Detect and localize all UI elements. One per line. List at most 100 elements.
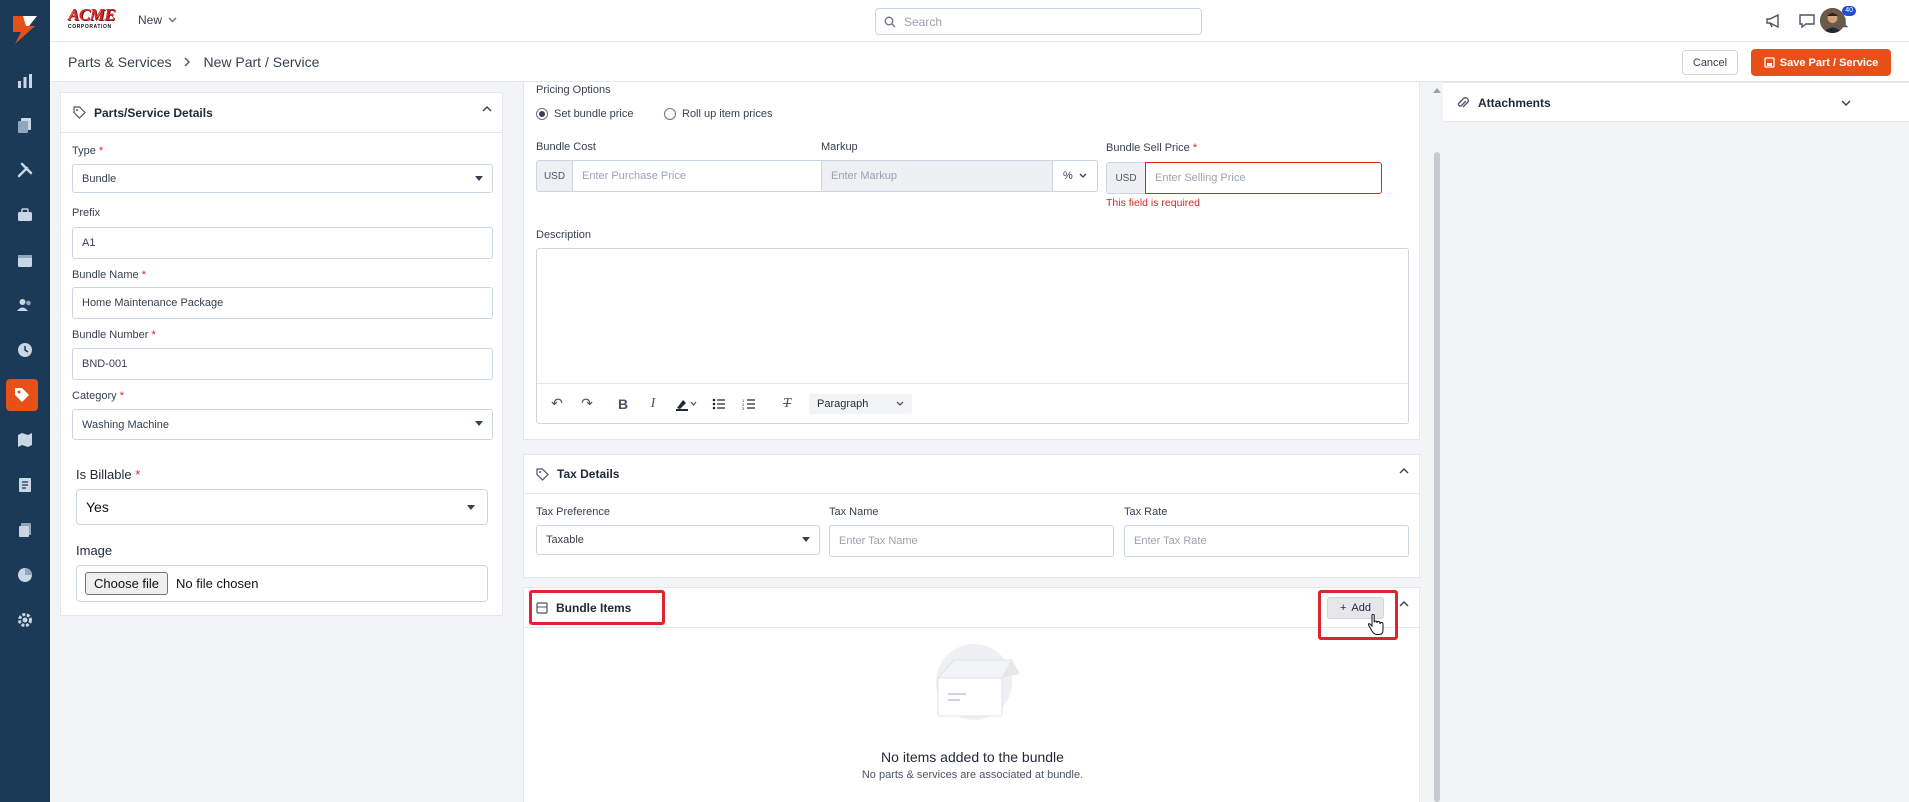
clear-format-icon[interactable]: T [779,396,795,412]
type-select[interactable]: Bundle [72,164,493,193]
is-billable-select[interactable]: Yes [76,489,488,525]
tax-details-header[interactable]: Tax Details [524,455,1419,494]
undo-icon[interactable]: ↶ [549,395,565,412]
pie-chart-icon [18,568,32,582]
tax-rate-label: Tax Rate [1124,506,1168,518]
attachments-header: Attachments [1457,96,1551,110]
bundle-number-value: BND-001 [82,358,128,370]
chevron-right-icon [184,57,191,67]
category-select[interactable]: Washing Machine [72,409,493,440]
redo-icon[interactable]: ↷ [579,395,595,412]
search-input[interactable] [904,14,1184,29]
new-menu-button[interactable]: New [138,13,177,27]
image-file-input[interactable]: Choose file No file chosen [76,565,488,602]
attachments-card[interactable]: Attachments [1443,82,1909,122]
sidebar-item-jobs[interactable] [0,198,50,232]
bullet-list-icon[interactable] [711,398,727,410]
sidebar [0,0,50,802]
chevron-down-icon [168,17,177,23]
tag-icon [15,388,29,402]
radio-set-bundle-price[interactable]: Set bundle price [536,108,634,120]
paperclip-icon [1457,97,1469,108]
sidebar-item-analytics[interactable] [0,558,50,592]
bundle-number-label: Bundle Number * [72,329,156,341]
sidebar-item-settings[interactable] [0,603,50,637]
tax-rate-input[interactable]: Enter Tax Rate [1124,525,1409,557]
bundle-cost-placeholder: Enter Purchase Price [582,170,686,182]
sidebar-item-dashboard[interactable] [0,64,50,98]
is-billable-label: Is Billable * [76,467,141,482]
announcements-button[interactable] [1763,10,1785,32]
brand-logo[interactable]: ACME CORPORATION [68,6,122,32]
highlight-add-button [1318,590,1398,640]
markup-unit-select[interactable]: % [1052,160,1098,192]
chevron-up-icon[interactable] [1399,467,1409,474]
sidebar-item-invoices[interactable] [0,468,50,502]
details-card-header[interactable]: Parts/Service Details [61,93,502,133]
bundle-name-value: Home Maintenance Package [82,297,224,309]
italic-icon[interactable]: I [645,396,661,412]
caret-down-icon [475,176,483,181]
sidebar-item-calendar[interactable] [0,243,50,277]
highlight-icon[interactable] [675,397,697,411]
radio-selected-icon [536,108,548,120]
user-avatar[interactable] [1820,8,1845,33]
tax-rate-placeholder: Enter Tax Rate [1134,535,1207,547]
top-bar: ACME CORPORATION New 40 [50,0,1909,42]
main-scrollbar-thumb[interactable] [1434,152,1440,802]
empty-state-subtitle: No parts & services are associated at bu… [861,769,1084,781]
prefix-input[interactable]: A1 [72,227,493,259]
prefix-label: Prefix [72,207,101,219]
choose-file-button[interactable]: Choose file [85,572,169,595]
sidebar-item-parts-services[interactable] [6,379,38,411]
highlight-bundle-items-title [529,590,665,625]
tax-details-title: Tax Details [557,467,620,481]
breadcrumb-parts-services[interactable]: Parts & Services [68,54,171,70]
sidebar-item-map[interactable] [0,423,50,457]
cancel-button[interactable]: Cancel [1682,50,1738,75]
sidebar-item-documents[interactable] [0,108,50,142]
sidebar-item-customers[interactable] [0,288,50,322]
user-avatar-icon [1820,8,1845,33]
category-value: Washing Machine [82,418,170,431]
sell-price-error: This field is required [1106,197,1200,209]
save-part-service-button[interactable]: Save Part / Service [1751,49,1891,76]
description-editor[interactable]: ↶ ↷ B I 123 T Paragraph [536,248,1409,424]
sidebar-item-reports[interactable] [0,513,50,547]
tax-preference-select[interactable]: Taxable [536,525,820,555]
markup-unit-value: % [1063,170,1073,182]
chevron-up-icon[interactable] [482,105,492,112]
sidebar-item-timesheets[interactable] [0,333,50,367]
radio-roll-up-item-prices[interactable]: Roll up item prices [664,108,772,120]
hand-cursor-icon [1367,614,1384,635]
main-scrollbar-track[interactable] [1433,82,1441,802]
sidebar-item-tools[interactable] [0,153,50,187]
briefcase-icon [18,208,32,221]
tax-details-card: Tax Details Tax Preference Taxable Tax N… [523,454,1420,578]
attachments-title: Attachments [1478,96,1551,110]
chevron-up-icon[interactable] [1399,600,1409,607]
bundle-number-input[interactable]: BND-001 [72,348,493,380]
pricing-options-label: Pricing Options [536,84,611,96]
app-logo-icon[interactable] [9,12,41,48]
messages-button[interactable] [1796,10,1818,32]
chevron-down-icon[interactable] [1841,100,1851,107]
bundle-name-input[interactable]: Home Maintenance Package [72,287,493,319]
calendar-icon [18,255,32,267]
bundle-cost-label: Bundle Cost [536,141,596,153]
map-icon [18,433,32,447]
bundle-sell-price-input[interactable]: Enter Selling Price [1145,162,1382,194]
tax-name-input[interactable]: Enter Tax Name [829,525,1114,557]
tax-name-placeholder: Enter Tax Name [839,535,918,547]
no-file-chosen-text: No file chosen [176,576,259,591]
scroll-up-icon[interactable] [1432,86,1442,94]
bold-icon[interactable]: B [615,396,631,412]
paragraph-style-select[interactable]: Paragraph [809,393,913,414]
numbered-list-icon[interactable]: 123 [741,398,757,410]
parts-service-details-card: Parts/Service Details Type * Bundle Pref… [60,92,503,616]
bundle-name-label: Bundle Name * [72,269,146,281]
bundle-cost-input[interactable]: Enter Purchase Price [572,160,861,192]
search-box[interactable] [875,8,1202,35]
markup-input[interactable]: Enter Markup [821,160,1053,192]
file-stack-icon [18,118,31,133]
